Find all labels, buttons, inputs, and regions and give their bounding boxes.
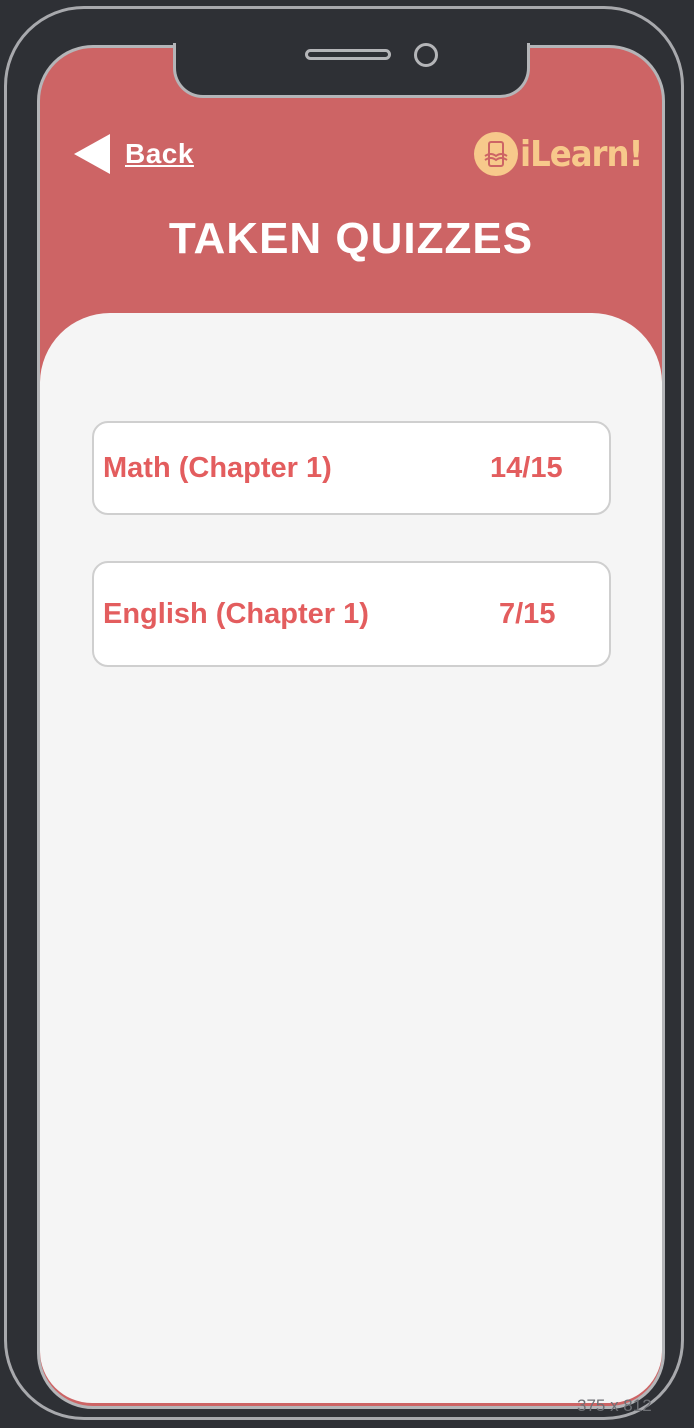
quiz-score: 7/15 bbox=[499, 597, 556, 630]
speaker-icon bbox=[305, 49, 391, 60]
back-label: Back bbox=[125, 138, 194, 169]
app-logo: iLearn! bbox=[474, 132, 643, 176]
frame-dimensions-label: 375 x 812 bbox=[577, 1396, 652, 1415]
phone-book-icon bbox=[474, 132, 518, 176]
phone-frame: Back iLearn! TAKEN QUIZZES Math (Chapter… bbox=[4, 6, 684, 1420]
page-title: TAKEN QUIZZES bbox=[168, 214, 534, 263]
quiz-name: English (Chapter 1) bbox=[103, 597, 369, 630]
logo-text: iLearn! bbox=[520, 133, 643, 175]
content-panel: Math (Chapter 1) 14/15 English (Chapter … bbox=[40, 313, 662, 1403]
camera-icon bbox=[414, 43, 438, 67]
back-arrow-icon bbox=[74, 134, 110, 174]
quiz-card-english[interactable]: English (Chapter 1) 7/15 bbox=[92, 561, 611, 667]
app-screen: Back iLearn! TAKEN QUIZZES Math (Chapter… bbox=[37, 45, 665, 1409]
quiz-score: 14/15 bbox=[490, 451, 563, 484]
quiz-name: Math (Chapter 1) bbox=[103, 451, 332, 484]
back-button[interactable]: Back bbox=[74, 134, 194, 174]
phone-notch bbox=[173, 43, 530, 98]
quiz-card-math[interactable]: Math (Chapter 1) 14/15 bbox=[92, 421, 611, 515]
